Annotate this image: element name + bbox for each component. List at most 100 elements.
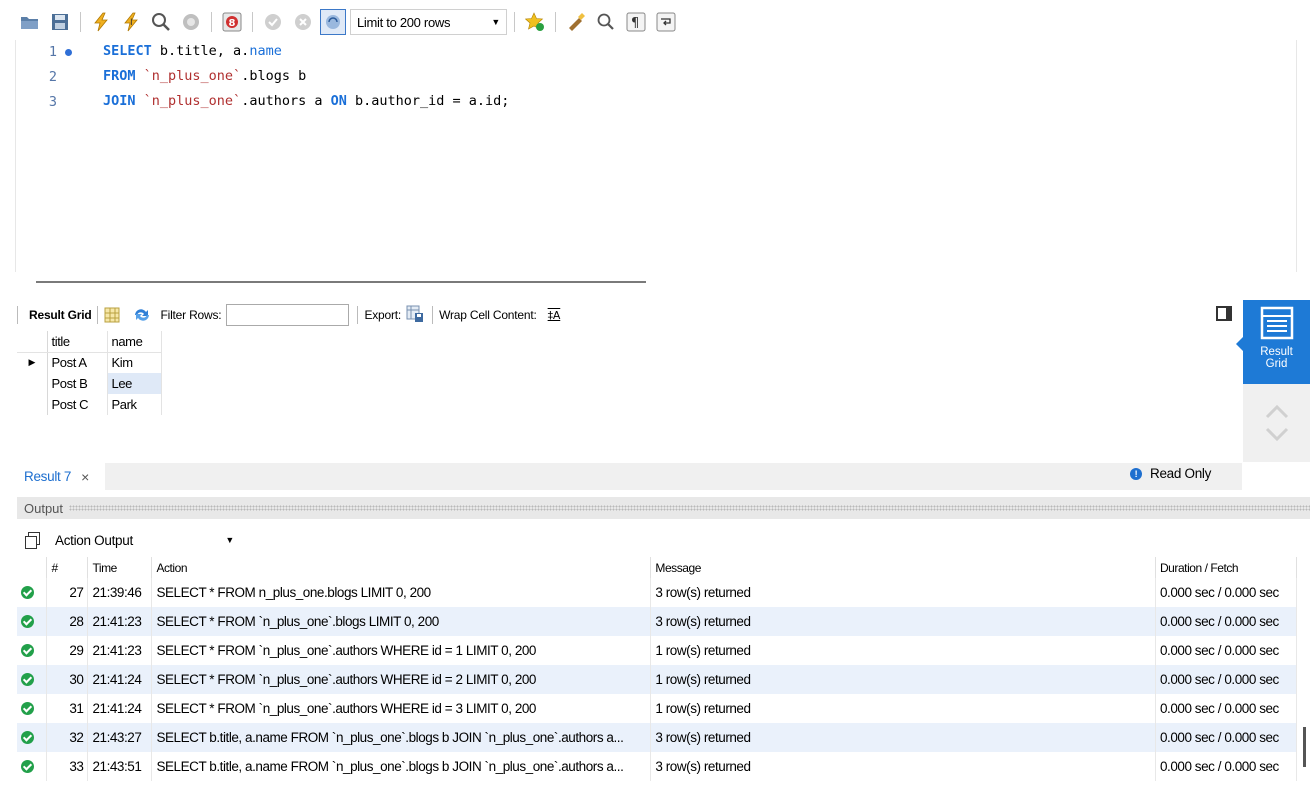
row-number-cell[interactable]: 33 <box>46 752 89 781</box>
column-header[interactable]: Duration / Fetch <box>1155 557 1298 578</box>
execute-icon[interactable] <box>88 9 114 35</box>
scroll-updown-icon[interactable] <box>1264 403 1290 443</box>
message-cell[interactable]: 3 row(s) returned <box>650 752 1156 781</box>
time-cell[interactable]: 21:43:51 <box>87 752 153 781</box>
row-number-cell[interactable]: 30 <box>46 665 89 694</box>
copy-icon[interactable] <box>25 532 41 549</box>
row-number-cell[interactable]: 31 <box>46 694 89 723</box>
invisible-chars-icon[interactable]: ¶ <box>623 9 649 35</box>
tab-result-7[interactable]: Result 7 × <box>17 463 105 490</box>
success-check-icon <box>21 615 34 628</box>
grid-cell[interactable]: Kim <box>107 352 162 373</box>
column-header[interactable]: title <box>47 331 108 353</box>
table-row[interactable]: Post C Park <box>17 394 162 415</box>
autocommit-icon[interactable] <box>320 9 346 35</box>
table-row[interactable]: 32 21:43:27 SELECT b.title, a.name FROM `n… <box>17 723 1298 752</box>
row-number-cell[interactable]: 29 <box>46 636 89 665</box>
sql-keyword: FROM <box>103 68 136 84</box>
sql-editor[interactable]: 1 2 3 SELECT b.title, a.name FROM `n_plus… <box>17 40 1297 272</box>
table-row[interactable]: 30 21:41:24 SELECT * FROM `n_plus_one`.aut… <box>17 665 1298 694</box>
duration-cell[interactable]: 0.000 sec / 0.000 sec <box>1155 723 1298 752</box>
current-row-arrow-icon: ▶ <box>17 352 48 373</box>
toggle-errors-icon[interactable]: 8 <box>219 9 245 35</box>
duration-cell[interactable]: 0.000 sec / 0.000 sec <box>1155 694 1298 723</box>
row-number-cell[interactable]: 27 <box>46 578 89 607</box>
panel-grip[interactable] <box>69 505 1310 511</box>
result-grid-side-button[interactable]: Result Grid <box>1243 300 1310 384</box>
side-panel-scroller <box>1243 384 1310 462</box>
table-row[interactable]: Post B Lee <box>17 373 162 394</box>
stop-icon[interactable] <box>178 9 204 35</box>
editor-horizontal-scrollbar[interactable] <box>36 281 646 283</box>
message-cell[interactable]: 3 row(s) returned <box>650 723 1156 752</box>
time-cell[interactable]: 21:41:24 <box>87 665 153 694</box>
message-cell[interactable]: 1 row(s) returned <box>650 665 1156 694</box>
message-cell[interactable]: 3 row(s) returned <box>650 607 1156 636</box>
table-row[interactable]: ▶ Post A Kim <box>17 352 162 373</box>
save-icon[interactable] <box>47 9 73 35</box>
action-cell[interactable]: SELECT * FROM `n_plus_one`.blogs LIMIT 0… <box>151 607 652 636</box>
time-cell[interactable]: 21:41:23 <box>87 607 153 636</box>
export-icon[interactable] <box>406 305 424 326</box>
action-cell[interactable]: SELECT * FROM n_plus_one.blogs LIMIT 0, … <box>151 578 652 607</box>
duration-cell[interactable]: 0.000 sec / 0.000 sec <box>1155 578 1298 607</box>
svg-text:8: 8 <box>229 18 236 29</box>
action-cell[interactable]: SELECT * FROM `n_plus_one`.authors WHERE… <box>151 636 652 665</box>
line-number: 3 <box>48 94 57 110</box>
message-cell[interactable]: 1 row(s) returned <box>650 694 1156 723</box>
row-number-cell[interactable]: 28 <box>46 607 89 636</box>
explain-icon[interactable] <box>148 9 174 35</box>
duration-cell[interactable]: 0.000 sec / 0.000 sec <box>1155 636 1298 665</box>
column-header[interactable]: name <box>107 331 162 353</box>
toolbar-separator <box>514 12 515 32</box>
table-row[interactable]: 33 21:43:51 SELECT b.title, a.name FROM `n… <box>17 752 1298 781</box>
table-row[interactable]: 27 21:39:46 SELECT * FROM n_plus_one.blogs… <box>17 578 1298 607</box>
bookmark-icon[interactable] <box>522 9 548 35</box>
message-cell[interactable]: 1 row(s) returned <box>650 636 1156 665</box>
info-icon: ! <box>1130 467 1142 480</box>
action-cell[interactable]: SELECT * FROM `n_plus_one`.authors WHERE… <box>151 694 652 723</box>
column-header[interactable]: Action <box>151 557 652 578</box>
column-header[interactable]: # <box>46 557 89 578</box>
result-grid-tab[interactable]: Result Grid <box>17 306 92 324</box>
find-icon[interactable] <box>593 9 619 35</box>
time-cell[interactable]: 21:41:24 <box>87 694 153 723</box>
toggle-side-panel-icon[interactable] <box>1216 306 1232 321</box>
table-row[interactable]: 28 21:41:23 SELECT * FROM `n_plus_one`.blo… <box>17 607 1298 636</box>
beautify-icon[interactable] <box>563 9 589 35</box>
table-row[interactable]: 31 21:41:24 SELECT * FROM `n_plus_one`.aut… <box>17 694 1298 723</box>
duration-cell[interactable]: 0.000 sec / 0.000 sec <box>1155 665 1298 694</box>
output-vertical-scrollbar[interactable] <box>1303 727 1306 767</box>
action-cell[interactable]: SELECT b.title, a.name FROM `n_plus_one`… <box>151 752 652 781</box>
action-cell[interactable]: SELECT b.title, a.name FROM `n_plus_one`… <box>151 723 652 752</box>
time-cell[interactable]: 21:39:46 <box>87 578 153 607</box>
execute-current-icon[interactable]: I <box>118 9 144 35</box>
grid-cell[interactable]: Park <box>107 394 162 415</box>
grid-cell[interactable]: Post A <box>47 352 108 373</box>
grid-cell[interactable]: Lee <box>107 373 162 394</box>
refresh-icon[interactable] <box>132 307 152 323</box>
time-cell[interactable]: 21:43:27 <box>87 723 153 752</box>
time-cell[interactable]: 21:41:23 <box>87 636 153 665</box>
duration-cell[interactable]: 0.000 sec / 0.000 sec <box>1155 607 1298 636</box>
commit-icon[interactable] <box>260 9 286 35</box>
table-row[interactable]: 29 21:41:23 SELECT * FROM `n_plus_one`.aut… <box>17 636 1298 665</box>
filter-rows-input[interactable] <box>226 304 350 326</box>
open-folder-icon[interactable] <box>17 9 43 35</box>
rollback-icon[interactable] <box>290 9 316 35</box>
wrap-icon[interactable] <box>653 9 679 35</box>
toolbar-separator <box>252 12 253 32</box>
output-mode-select[interactable]: Action Output ▼ <box>51 528 238 552</box>
wrap-cell-icon[interactable]: ‡A <box>548 309 561 322</box>
column-header[interactable]: Message <box>650 557 1156 578</box>
close-icon[interactable]: × <box>81 469 89 485</box>
duration-cell[interactable]: 0.000 sec / 0.000 sec <box>1155 752 1298 781</box>
grid-cell[interactable]: Post B <box>47 373 108 394</box>
limit-rows-select[interactable]: Limit to 200 rows ▼ <box>350 9 507 35</box>
grid-view-icon[interactable] <box>104 307 120 323</box>
action-cell[interactable]: SELECT * FROM `n_plus_one`.authors WHERE… <box>151 665 652 694</box>
grid-cell[interactable]: Post C <box>47 394 108 415</box>
row-number-cell[interactable]: 32 <box>46 723 89 752</box>
column-header[interactable]: Time <box>87 557 153 578</box>
message-cell[interactable]: 3 row(s) returned <box>650 578 1156 607</box>
